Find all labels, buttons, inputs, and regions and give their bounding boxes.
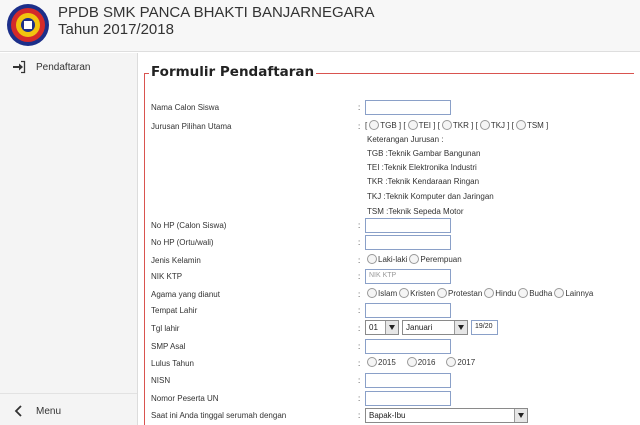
gender-radio-laki[interactable] bbox=[367, 254, 377, 264]
jurusan-note: TSM :Teknik Sepeda Motor bbox=[367, 207, 464, 216]
form-title: Formulir Pendaftaran bbox=[149, 64, 317, 80]
jurusan-note: TKJ :Teknik Komputer dan Jaringan bbox=[367, 192, 494, 201]
school-emblem-icon bbox=[7, 4, 49, 46]
jurusan-radio-tei[interactable] bbox=[407, 120, 418, 130]
sidebar-item-label: Menu bbox=[36, 406, 62, 417]
month-select[interactable]: Januari bbox=[402, 320, 468, 335]
nisn-label: NISN bbox=[151, 376, 171, 385]
nisn-input[interactable] bbox=[365, 373, 451, 388]
lulus-tahun-options: 2015 2016 2017 bbox=[365, 357, 475, 367]
jurusan-note: TEI :Teknik Elektronika Industri bbox=[367, 163, 477, 172]
smp-asal-label: SMP Asal bbox=[151, 342, 186, 351]
gender-radio-perempuan[interactable] bbox=[409, 254, 420, 264]
sidebar-divider bbox=[0, 393, 137, 394]
jurusan-options: [TGB ] [ TEI ] [ TKR ] [ TKJ ] [ TSM ] bbox=[365, 120, 549, 130]
sidebar-item-menu[interactable]: Menu bbox=[0, 401, 137, 423]
nik-label: NIK KTP bbox=[151, 272, 183, 281]
year-input[interactable]: 19/20 bbox=[471, 320, 498, 335]
jurusan-radio-tgb[interactable] bbox=[369, 120, 380, 130]
agama-options: Islam Kristen Protestan Hindu Budha Lain… bbox=[365, 288, 593, 298]
nama-label: Nama Calon Siswa bbox=[151, 103, 220, 112]
sidebar-item-label: Pendaftaran bbox=[36, 62, 91, 73]
main-content: Formulir Pendaftaran Nama Calon Siswa : … bbox=[139, 53, 640, 425]
jurusan-radio-tkj[interactable] bbox=[479, 120, 490, 130]
hp-siswa-input[interactable] bbox=[365, 218, 451, 233]
lulus-radio-2016[interactable] bbox=[406, 357, 417, 367]
hp-ortu-input[interactable] bbox=[365, 235, 451, 250]
jurusan-note: TGB :Teknik Gambar Bangunan bbox=[367, 149, 481, 158]
hp-siswa-label: No HP (Calon Siswa) bbox=[151, 221, 227, 230]
sidebar: Pendaftaran Menu bbox=[0, 53, 138, 425]
day-select[interactable]: 01 bbox=[365, 320, 399, 335]
sign-in-icon bbox=[13, 60, 26, 74]
agama-radio-lainnya[interactable] bbox=[554, 288, 565, 298]
jurusan-note: TKR :Teknik Kendaraan Ringan bbox=[367, 177, 480, 186]
agama-radio-islam[interactable] bbox=[367, 288, 377, 298]
jenis-kelamin-label: Jenis Kelamin bbox=[151, 256, 201, 265]
agama-radio-protestan[interactable] bbox=[437, 288, 448, 298]
agama-label: Agama yang dianut bbox=[151, 290, 220, 299]
jurusan-radio-tkr[interactable] bbox=[441, 120, 452, 130]
app-title-line2: Tahun 2017/2018 bbox=[58, 21, 174, 38]
header-bar: PPDB SMK PANCA BHAKTI BANJARNEGARA Tahun… bbox=[0, 0, 640, 52]
nik-input[interactable]: NIK KTP bbox=[365, 269, 451, 284]
chevron-down-icon bbox=[385, 321, 398, 334]
lulus-radio-2015[interactable] bbox=[367, 357, 377, 367]
nama-input[interactable] bbox=[365, 100, 451, 115]
chevron-down-icon bbox=[514, 409, 527, 422]
jurusan-note-title: Keterangan Jurusan : bbox=[367, 135, 444, 144]
tinggal-label: Saat ini Anda tinggal serumah dengan bbox=[151, 411, 287, 420]
nomor-un-label: Nomor Peserta UN bbox=[151, 394, 219, 403]
agama-radio-kristen[interactable] bbox=[399, 288, 410, 298]
tinggal-select[interactable]: Bapak-Ibu bbox=[365, 408, 528, 423]
tgl-lahir-label: Tgl lahir bbox=[151, 324, 180, 333]
chevron-left-icon bbox=[14, 405, 22, 417]
app-title: PPDB SMK PANCA BHAKTI BANJARNEGARA Tahun… bbox=[58, 4, 374, 38]
smp-asal-input[interactable] bbox=[365, 339, 451, 354]
jurusan-radio-tsm[interactable] bbox=[515, 120, 526, 130]
chevron-down-icon bbox=[454, 321, 467, 334]
nomor-un-input[interactable] bbox=[365, 391, 451, 406]
hp-ortu-label: No HP (Ortu/wali) bbox=[151, 238, 214, 247]
tempat-lahir-label: Tempat Lahir bbox=[151, 306, 198, 315]
sidebar-item-pendaftaran[interactable]: Pendaftaran bbox=[0, 57, 137, 79]
agama-radio-hindu[interactable] bbox=[484, 288, 495, 298]
lulus-radio-2017[interactable] bbox=[446, 357, 457, 367]
jenis-kelamin-options: Laki-laki Perempuan bbox=[365, 254, 462, 264]
agama-radio-budha[interactable] bbox=[518, 288, 529, 298]
lulus-tahun-label: Lulus Tahun bbox=[151, 359, 194, 368]
jurusan-label: Jurusan Pilihan Utama bbox=[151, 122, 232, 131]
tempat-lahir-input[interactable] bbox=[365, 303, 451, 318]
app-title-line1: PPDB SMK PANCA BHAKTI BANJARNEGARA bbox=[58, 4, 375, 21]
